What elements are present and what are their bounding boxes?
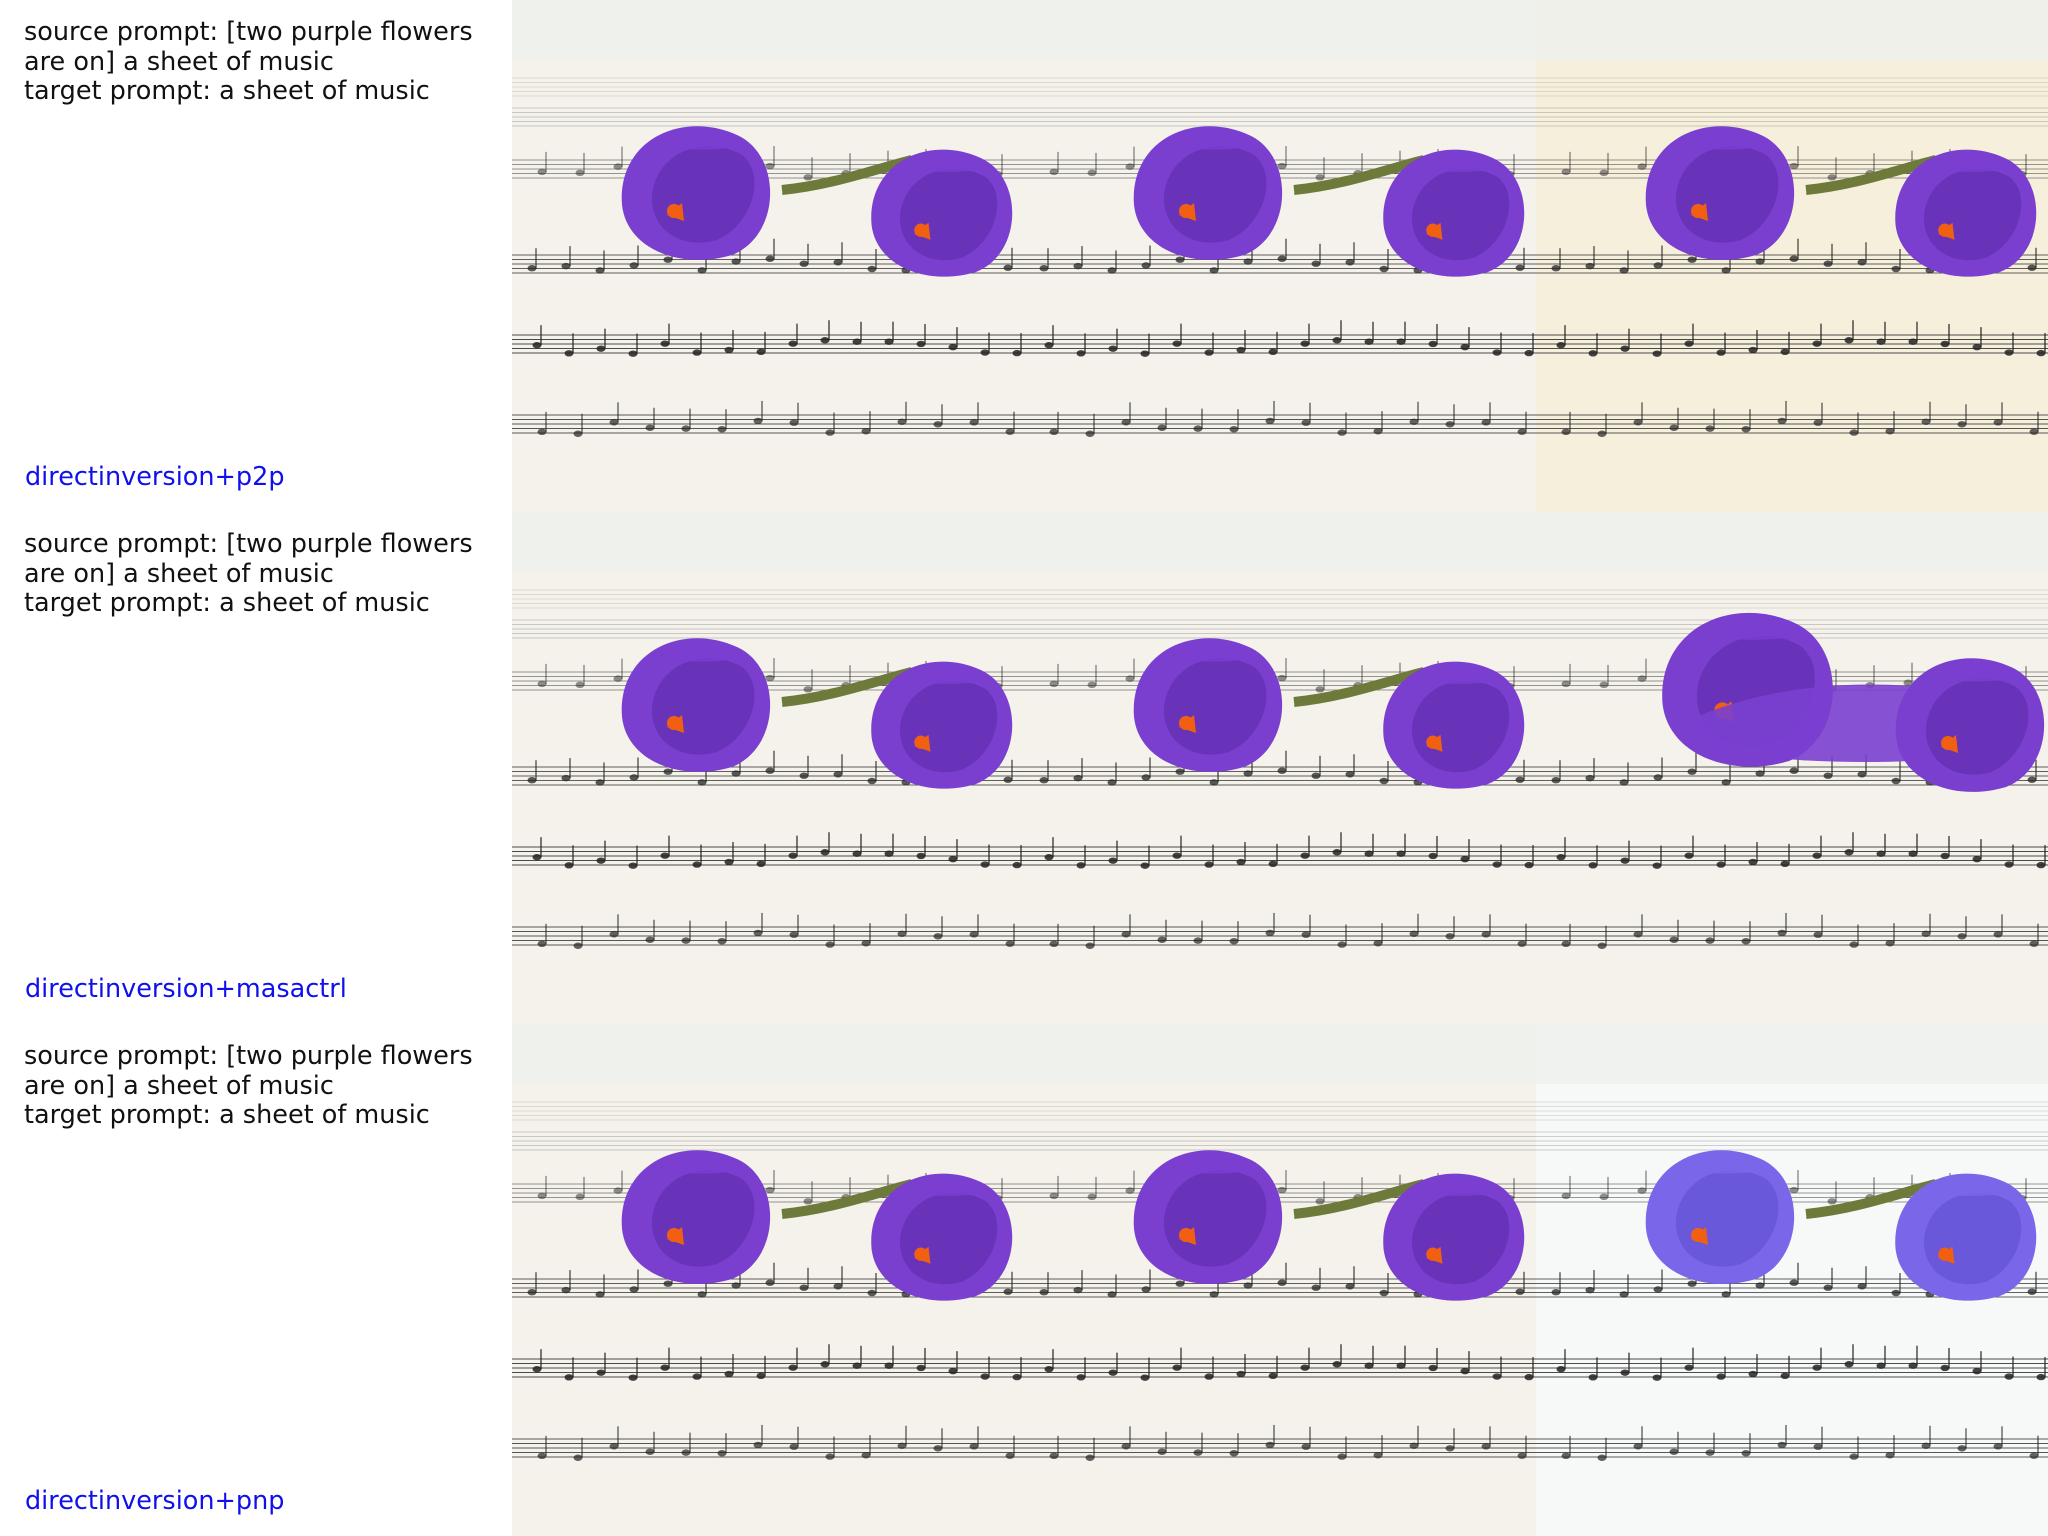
result-row: source prompt: [two purple flowers are o… (0, 512, 2048, 1024)
prompt-text: source prompt: [two purple flowers are o… (24, 529, 494, 619)
row-label-panel: source prompt: [two purple flowers are o… (0, 1024, 512, 1536)
source-prompt-line1: source prompt: [two purple flowers (24, 1041, 473, 1071)
source-prompt-line2: are on] a sheet of music (24, 46, 334, 77)
source-prompt-line1: source prompt: [two purple flowers (24, 529, 473, 559)
row-label-panel: source prompt: [two purple flowers are o… (0, 0, 512, 512)
row-label-panel: source prompt: [two purple flowers are o… (0, 512, 512, 1024)
edited-image (1536, 512, 2048, 1024)
method-label: directinversion+p2p (25, 462, 285, 492)
method-label: directinversion+pnp (25, 1486, 285, 1516)
reconstruction-image (1024, 1024, 1536, 1536)
target-prompt: target prompt: a sheet of music (24, 1100, 430, 1130)
prompt-text: source prompt: [two purple flowers are o… (24, 1041, 494, 1131)
edited-image (1536, 0, 2048, 512)
target-prompt: target prompt: a sheet of music (24, 588, 430, 618)
source-prompt-line2: are on] a sheet of music (24, 1070, 334, 1101)
target-prompt: target prompt: a sheet of music (24, 76, 430, 106)
reconstruction-image (1024, 0, 1536, 512)
source-image (512, 1024, 1024, 1536)
result-row: source prompt: [two purple flowers are o… (0, 0, 2048, 512)
edited-image (1536, 1024, 2048, 1536)
method-label: directinversion+masactrl (25, 974, 347, 1004)
source-image (512, 512, 1024, 1024)
reconstruction-image (1024, 512, 1536, 1024)
source-prompt-line1: source prompt: [two purple flowers (24, 17, 473, 47)
prompt-text: source prompt: [two purple flowers are o… (24, 17, 494, 107)
result-row: source prompt: [two purple flowers are o… (0, 1024, 2048, 1536)
comparison-grid: source prompt: [two purple flowers are o… (0, 0, 2048, 1536)
source-image (512, 0, 1024, 512)
source-prompt-line2: are on] a sheet of music (24, 558, 334, 589)
